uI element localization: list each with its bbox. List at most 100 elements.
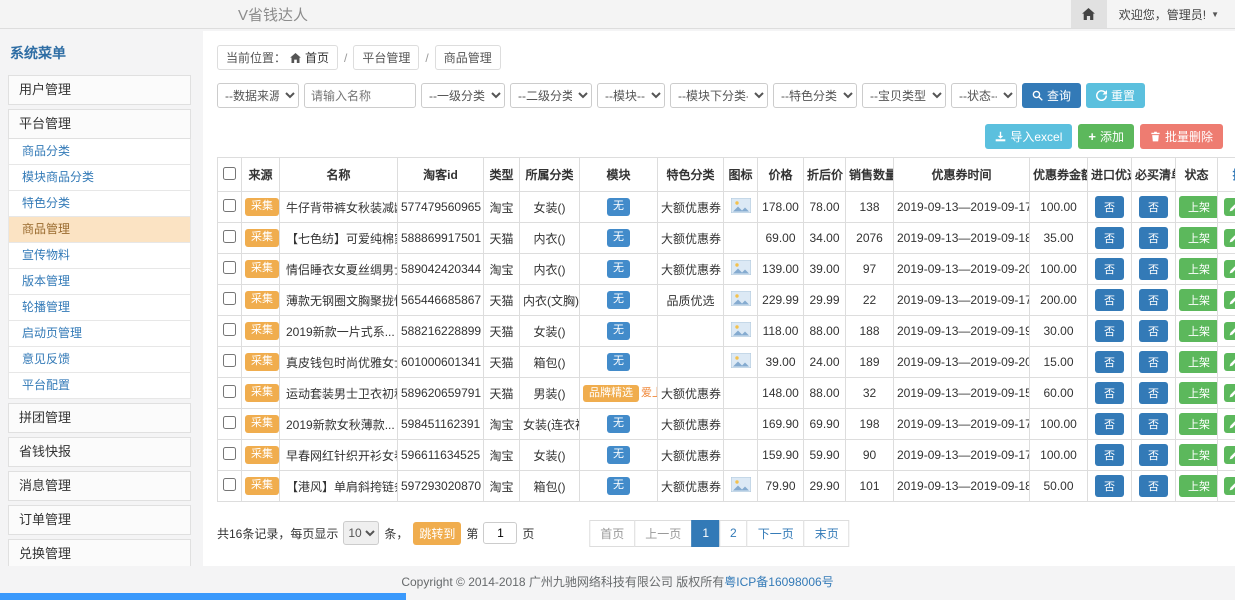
status-button[interactable]: 上架 bbox=[1179, 227, 1218, 249]
filter-select-6[interactable]: --特色分类-- bbox=[773, 83, 857, 108]
page-number-input[interactable] bbox=[483, 522, 517, 544]
breadcrumb-home[interactable]: 当前位置： 首页 bbox=[217, 45, 338, 70]
select-all-checkbox[interactable] bbox=[223, 167, 236, 180]
import-select-toggle[interactable]: 否 bbox=[1095, 444, 1124, 466]
must-buy-toggle[interactable]: 否 bbox=[1139, 444, 1168, 466]
sidebar-item-商品分类[interactable]: 商品分类 bbox=[8, 139, 191, 165]
sidebar-item-启动页管理[interactable]: 启动页管理 bbox=[8, 321, 191, 347]
breadcrumb-current[interactable]: 商品管理 bbox=[435, 45, 501, 70]
bulk-delete-button[interactable]: 批量删除 bbox=[1140, 124, 1223, 149]
edit-button[interactable] bbox=[1224, 477, 1235, 495]
page-button-末页[interactable]: 末页 bbox=[804, 520, 850, 547]
edit-button[interactable] bbox=[1224, 229, 1235, 247]
sidebar-item-意见反馈[interactable]: 意见反馈 bbox=[8, 347, 191, 373]
import-select-toggle[interactable]: 否 bbox=[1095, 382, 1124, 404]
must-buy-toggle[interactable]: 否 bbox=[1139, 475, 1168, 497]
edit-button[interactable] bbox=[1224, 415, 1235, 433]
must-buy-toggle[interactable]: 否 bbox=[1139, 227, 1168, 249]
sidebar-item-平台管理[interactable]: 平台管理 bbox=[8, 109, 191, 139]
sidebar-item-兑换管理[interactable]: 兑换管理 bbox=[8, 539, 191, 566]
name-search-input[interactable] bbox=[304, 83, 416, 108]
import-select-toggle[interactable]: 否 bbox=[1095, 258, 1124, 280]
status-button[interactable]: 上架 bbox=[1179, 475, 1218, 497]
import-select-toggle[interactable]: 否 bbox=[1095, 196, 1124, 218]
import-select-toggle[interactable]: 否 bbox=[1095, 289, 1124, 311]
user-menu[interactable]: 欢迎您，管理员! ▼ bbox=[1107, 6, 1235, 23]
must-buy-toggle[interactable]: 否 bbox=[1139, 413, 1168, 435]
sidebar-item-轮播管理[interactable]: 轮播管理 bbox=[8, 295, 191, 321]
sidebar-item-商品管理[interactable]: 商品管理 bbox=[8, 217, 191, 243]
page-button-2[interactable]: 2 bbox=[719, 520, 748, 547]
edit-button[interactable] bbox=[1224, 384, 1235, 402]
must-buy-toggle[interactable]: 否 bbox=[1139, 196, 1168, 218]
import-select-toggle[interactable]: 否 bbox=[1095, 413, 1124, 435]
must-buy-toggle[interactable]: 否 bbox=[1139, 382, 1168, 404]
edit-button[interactable] bbox=[1224, 291, 1235, 309]
sidebar-item-用户管理[interactable]: 用户管理 bbox=[8, 75, 191, 105]
sidebar-item-模块商品分类[interactable]: 模块商品分类 bbox=[8, 165, 191, 191]
row-checkbox[interactable] bbox=[223, 230, 236, 243]
home-button[interactable] bbox=[1071, 0, 1107, 28]
edit-button[interactable] bbox=[1224, 322, 1235, 340]
breadcrumb-platform[interactable]: 平台管理 bbox=[353, 45, 419, 70]
reset-button[interactable]: 重置 bbox=[1086, 83, 1145, 108]
sidebar-item-订单管理[interactable]: 订单管理 bbox=[8, 505, 191, 535]
sidebar-item-省钱快报[interactable]: 省钱快报 bbox=[8, 437, 191, 467]
sidebar-item-特色分类[interactable]: 特色分类 bbox=[8, 191, 191, 217]
row-checkbox[interactable] bbox=[223, 447, 236, 460]
filter-select-8[interactable]: --状态-- bbox=[951, 83, 1017, 108]
import-select-cell: 否 bbox=[1088, 378, 1132, 409]
must-buy-toggle[interactable]: 否 bbox=[1139, 258, 1168, 280]
sidebar-item-消息管理[interactable]: 消息管理 bbox=[8, 471, 191, 501]
row-checkbox[interactable] bbox=[223, 323, 236, 336]
must-buy-toggle[interactable]: 否 bbox=[1139, 351, 1168, 373]
row-checkbox[interactable] bbox=[223, 292, 236, 305]
page-button-下一页[interactable]: 下一页 bbox=[747, 520, 805, 547]
edit-button[interactable] bbox=[1224, 446, 1235, 464]
must-buy-toggle[interactable]: 否 bbox=[1139, 289, 1168, 311]
row-checkbox[interactable] bbox=[223, 385, 236, 398]
status-button[interactable]: 上架 bbox=[1179, 320, 1218, 342]
jump-to-link[interactable]: 跳转到 bbox=[413, 522, 461, 545]
import-excel-button[interactable]: 导入excel bbox=[985, 124, 1072, 149]
filter-select-0[interactable]: --数据来源-- bbox=[217, 83, 299, 108]
edit-button[interactable] bbox=[1224, 353, 1235, 371]
status-button[interactable]: 上架 bbox=[1179, 382, 1218, 404]
status-button[interactable]: 上架 bbox=[1179, 196, 1218, 218]
per-page-select[interactable]: 10 bbox=[343, 521, 379, 545]
edit-button[interactable] bbox=[1224, 198, 1235, 216]
filter-select-2[interactable]: --一级分类-- bbox=[421, 83, 505, 108]
filter-select-7[interactable]: --宝贝类型-- bbox=[862, 83, 946, 108]
add-button[interactable]: + 添加 bbox=[1078, 124, 1134, 149]
filter-select-3[interactable]: --二级分类-- bbox=[510, 83, 592, 108]
edit-button[interactable] bbox=[1224, 260, 1235, 278]
status-button[interactable]: 上架 bbox=[1179, 413, 1218, 435]
sidebar-item-版本管理[interactable]: 版本管理 bbox=[8, 269, 191, 295]
filter-select-4[interactable]: --模块-- bbox=[597, 83, 665, 108]
import-select-toggle[interactable]: 否 bbox=[1095, 351, 1124, 373]
page-button-首页[interactable]: 首页 bbox=[589, 520, 635, 547]
search-button[interactable]: 查询 bbox=[1022, 83, 1081, 108]
sidebar-item-拼团管理[interactable]: 拼团管理 bbox=[8, 403, 191, 433]
icp-link[interactable]: 粤ICP备16098006号 bbox=[724, 575, 833, 589]
import-select-toggle[interactable]: 否 bbox=[1095, 227, 1124, 249]
horizontal-scrollbar-thumb[interactable] bbox=[0, 593, 406, 600]
sidebar-item-平台配置[interactable]: 平台配置 bbox=[8, 373, 191, 399]
page-button-上一页[interactable]: 上一页 bbox=[634, 520, 692, 547]
import-select-toggle[interactable]: 否 bbox=[1095, 475, 1124, 497]
must-buy-toggle[interactable]: 否 bbox=[1139, 320, 1168, 342]
row-checkbox[interactable] bbox=[223, 261, 236, 274]
status-button[interactable]: 上架 bbox=[1179, 289, 1218, 311]
import-select-toggle[interactable]: 否 bbox=[1095, 320, 1124, 342]
status-button[interactable]: 上架 bbox=[1179, 444, 1218, 466]
page-button-1[interactable]: 1 bbox=[691, 520, 720, 547]
sidebar-item-宣传物料[interactable]: 宣传物料 bbox=[8, 243, 191, 269]
column-header-状态: 状态 bbox=[1176, 158, 1218, 192]
status-button[interactable]: 上架 bbox=[1179, 258, 1218, 280]
row-checkbox[interactable] bbox=[223, 478, 236, 491]
row-checkbox[interactable] bbox=[223, 416, 236, 429]
row-checkbox[interactable] bbox=[223, 354, 236, 367]
status-button[interactable]: 上架 bbox=[1179, 351, 1218, 373]
filter-select-5[interactable]: --模块下分类-- bbox=[670, 83, 768, 108]
row-checkbox[interactable] bbox=[223, 199, 236, 212]
